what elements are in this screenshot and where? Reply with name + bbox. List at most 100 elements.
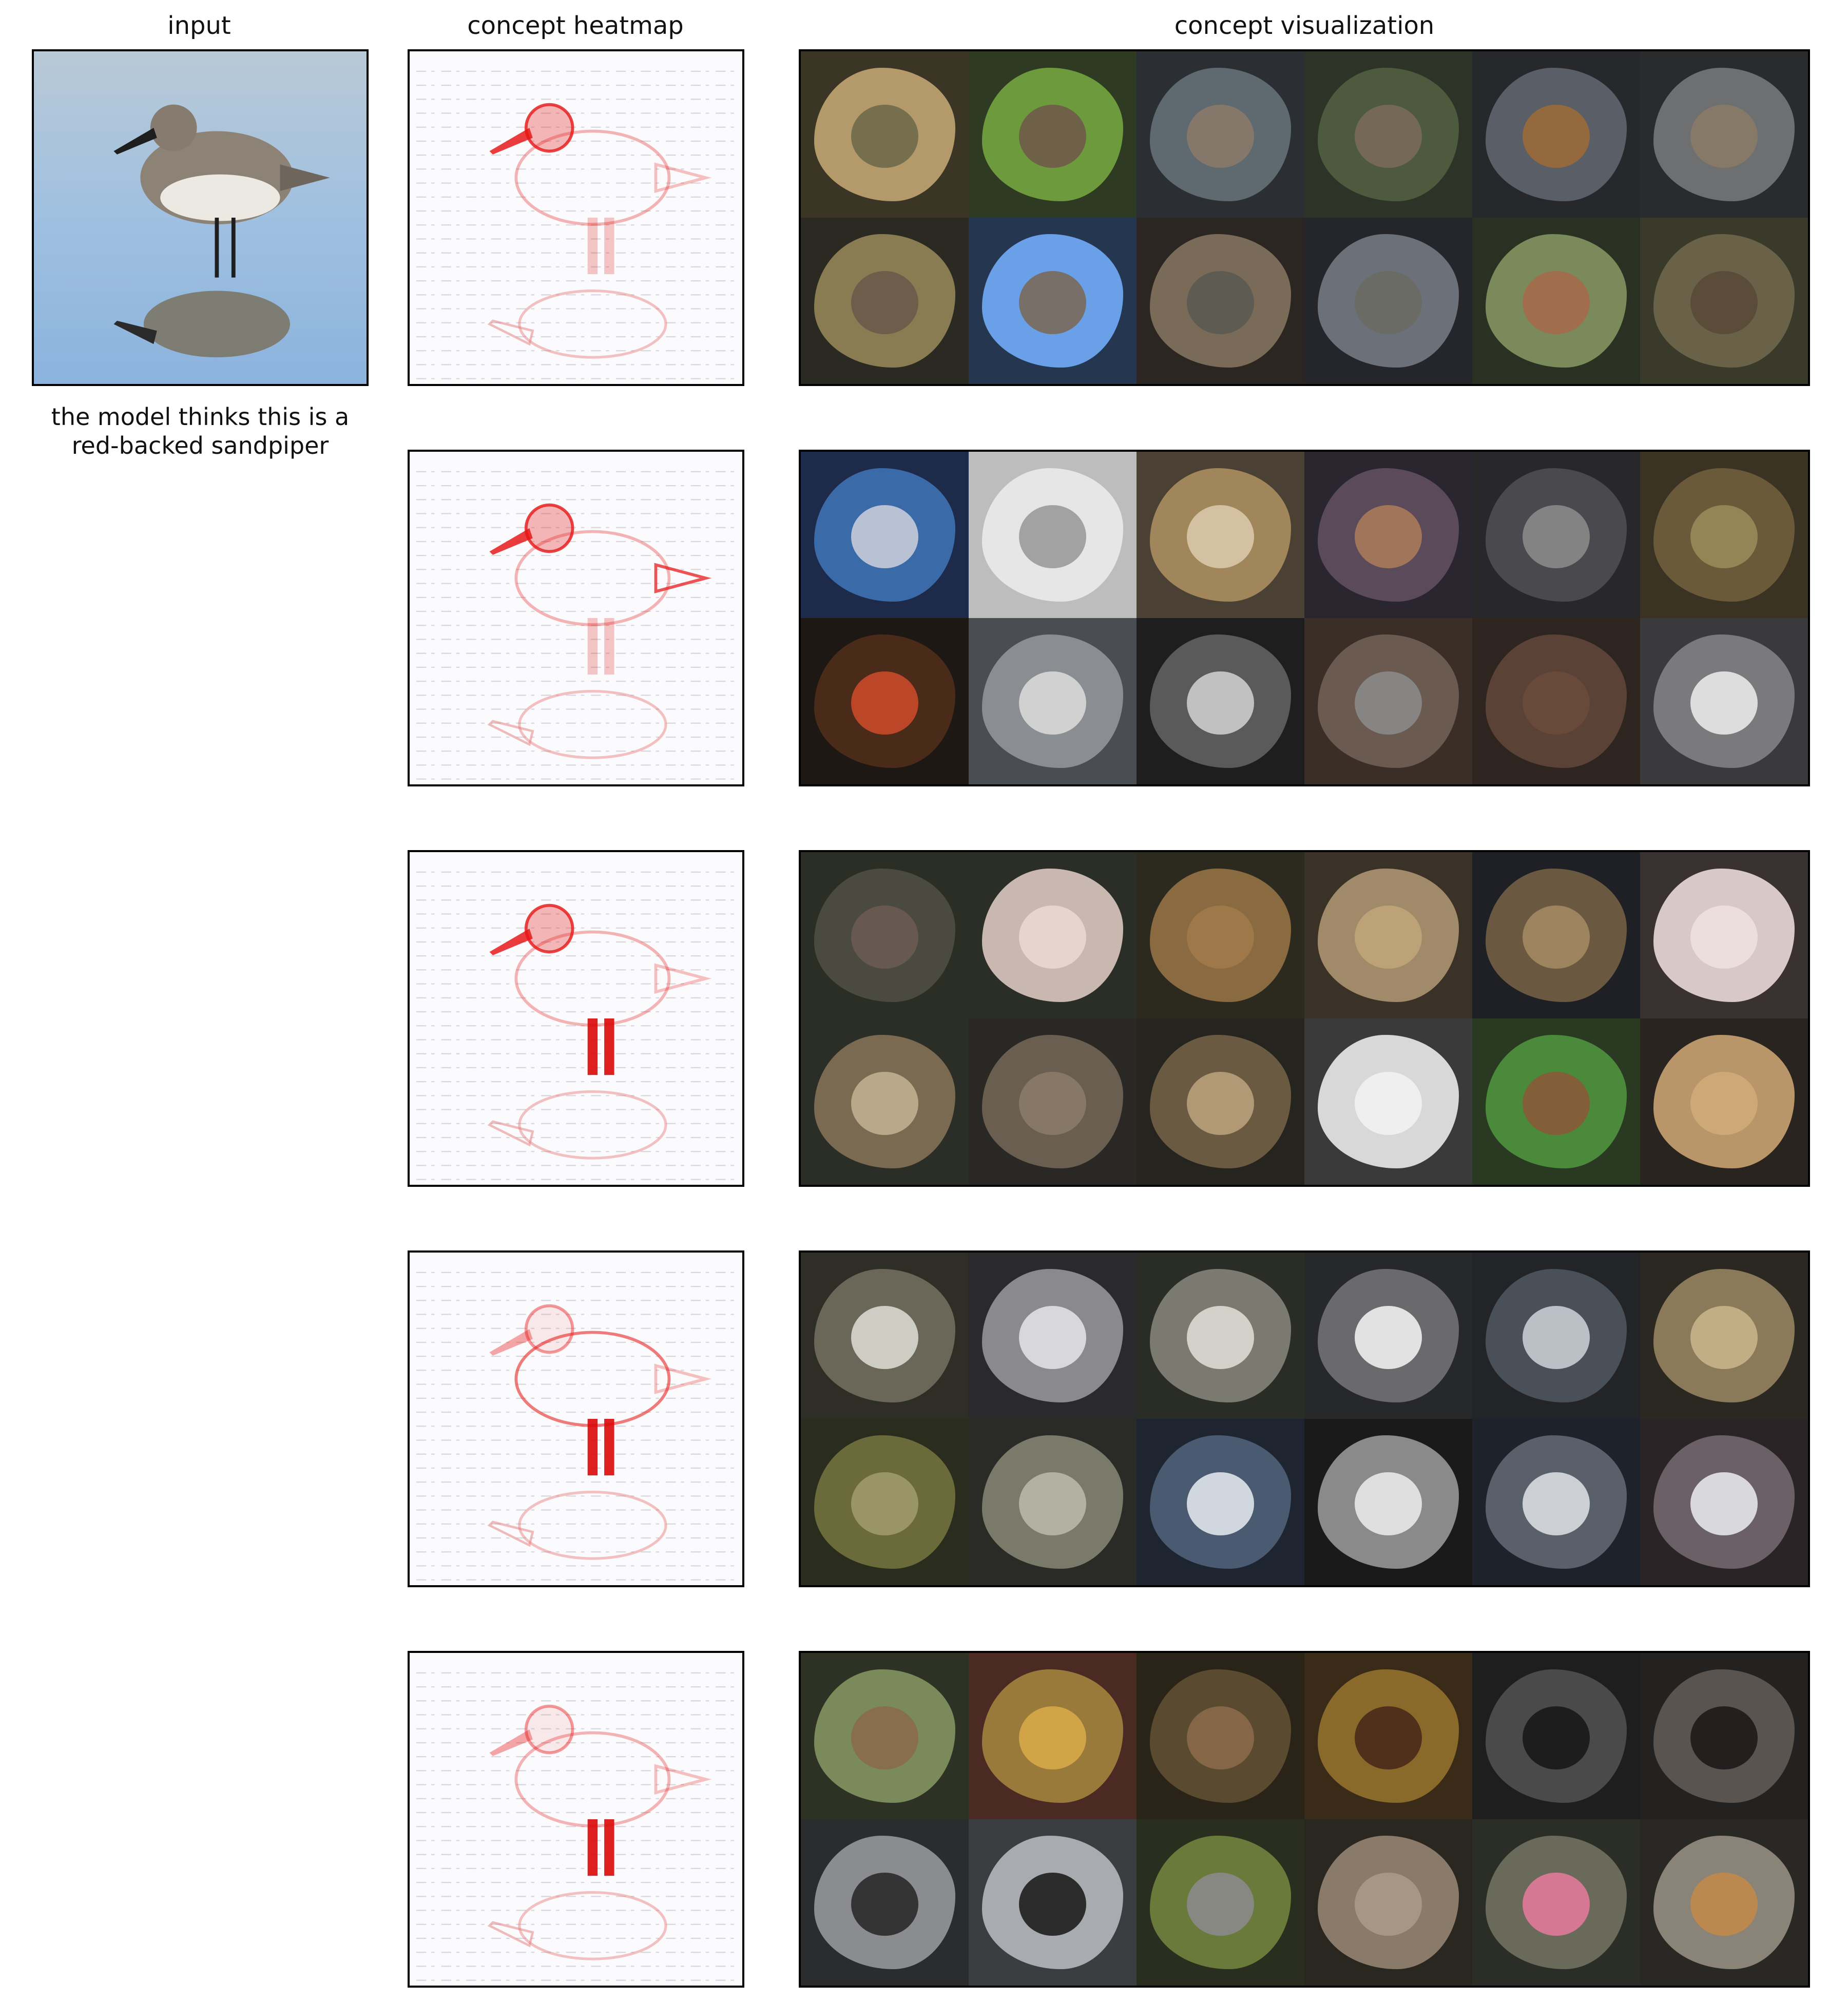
subject-shape — [1019, 1305, 1086, 1369]
concept-example-tile — [1640, 218, 1808, 384]
subject-shape — [851, 1071, 918, 1135]
subject-shape — [1355, 505, 1422, 568]
concept-example-tile — [1304, 1653, 1472, 1819]
concept-example-tile — [1472, 1653, 1640, 1819]
concept-example-tile — [969, 852, 1137, 1018]
concept-example-tile — [1137, 452, 1304, 618]
subject-shape — [1019, 271, 1086, 334]
concept-example-tile — [1137, 51, 1304, 218]
concept-example-tile — [801, 1253, 969, 1419]
concept-example-tile — [1472, 1819, 1640, 1986]
heatmap-title: concept heatmap — [467, 11, 684, 40]
concept-example-tile — [1137, 218, 1304, 384]
concept-visualization-grid — [799, 450, 1810, 786]
caption-line-1: the model thinks this is a — [51, 403, 350, 431]
concept-example-tile — [969, 218, 1137, 384]
subject-shape — [851, 671, 918, 735]
subject-shape — [1690, 905, 1758, 969]
subject-shape — [1690, 104, 1758, 168]
concept-visualization-grid — [799, 1651, 1810, 1988]
concept-example-tile — [1472, 618, 1640, 784]
concept-example-tile — [1640, 452, 1808, 618]
concept-example-tile — [969, 1819, 1137, 1986]
subject-shape — [1187, 1706, 1254, 1769]
subject-shape — [1690, 1472, 1758, 1535]
concept-heatmap — [408, 850, 744, 1187]
subject-shape — [1355, 1305, 1422, 1369]
subject-shape — [1187, 905, 1254, 969]
concept-heatmap — [408, 450, 744, 786]
subject-shape — [1690, 1305, 1758, 1369]
concept-example-tile — [1640, 1819, 1808, 1986]
subject-shape — [851, 905, 918, 969]
concept-example-tile — [969, 51, 1137, 218]
subject-shape — [1523, 104, 1590, 168]
concept-example-tile — [1304, 218, 1472, 384]
subject-shape — [1355, 1472, 1422, 1535]
subject-shape — [1187, 1872, 1254, 1936]
concept-example-tile — [1304, 1419, 1472, 1585]
concept-example-tile — [1304, 51, 1472, 218]
subject-shape — [1019, 671, 1086, 735]
concept-example-tile — [1304, 852, 1472, 1018]
subject-shape — [1187, 505, 1254, 568]
subject-shape — [1187, 1472, 1254, 1535]
concept-example-tile — [1472, 51, 1640, 218]
concept-example-tile — [801, 218, 969, 384]
subject-shape — [1523, 505, 1590, 568]
subject-shape — [1523, 1305, 1590, 1369]
concept-example-tile — [1640, 852, 1808, 1018]
concept-example-tile — [1137, 618, 1304, 784]
subject-shape — [1523, 1872, 1590, 1936]
concept-example-tile — [801, 1018, 969, 1185]
concept-example-tile — [969, 1419, 1137, 1585]
subject-shape — [1019, 905, 1086, 969]
subject-shape — [1690, 1872, 1758, 1936]
concept-example-tile — [1304, 1253, 1472, 1419]
sandpiper-photo — [34, 51, 367, 384]
concept-example-tile — [1472, 1018, 1640, 1185]
concept-example-tile — [1640, 1653, 1808, 1819]
concept-example-tile — [969, 618, 1137, 784]
concept-heatmap — [408, 49, 744, 386]
subject-shape — [1523, 1071, 1590, 1135]
subject-shape — [1523, 1706, 1590, 1769]
subject-shape — [1690, 671, 1758, 735]
concept-example-tile — [1640, 51, 1808, 218]
concept-visualization-grid — [799, 1250, 1810, 1587]
subject-shape — [1019, 104, 1086, 168]
subject-shape — [1187, 271, 1254, 334]
subject-shape — [1523, 671, 1590, 735]
concept-example-tile — [1472, 852, 1640, 1018]
subject-shape — [1355, 905, 1422, 969]
concept-example-tile — [1640, 1253, 1808, 1419]
concept-heatmap — [408, 1651, 744, 1988]
concept-example-tile — [801, 852, 969, 1018]
subject-shape — [1355, 1872, 1422, 1936]
concept-heatmap — [408, 1250, 744, 1587]
concept-example-tile — [1137, 1419, 1304, 1585]
concept-example-tile — [1137, 1018, 1304, 1185]
concept-example-tile — [969, 1018, 1137, 1185]
concept-example-tile — [1137, 1253, 1304, 1419]
concept-example-tile — [1304, 618, 1472, 784]
subject-shape — [851, 104, 918, 168]
subject-shape — [1355, 671, 1422, 735]
visualization-title: concept visualization — [1174, 11, 1435, 40]
concept-example-tile — [1472, 1253, 1640, 1419]
subject-shape — [1523, 271, 1590, 334]
subject-shape — [1355, 271, 1422, 334]
concept-example-tile — [969, 1253, 1137, 1419]
subject-shape — [1187, 104, 1254, 168]
prediction-caption: the model thinks this is a red-backed sa… — [21, 402, 380, 460]
concept-example-tile — [1304, 452, 1472, 618]
subject-shape — [1355, 1706, 1422, 1769]
concept-example-tile — [1137, 1653, 1304, 1819]
subject-shape — [1019, 1071, 1086, 1135]
subject-shape — [1355, 1071, 1422, 1135]
concept-visualization-grid — [799, 49, 1810, 386]
concept-example-tile — [1640, 618, 1808, 784]
subject-shape — [851, 271, 918, 334]
subject-shape — [851, 1472, 918, 1535]
concept-example-tile — [1640, 1419, 1808, 1585]
